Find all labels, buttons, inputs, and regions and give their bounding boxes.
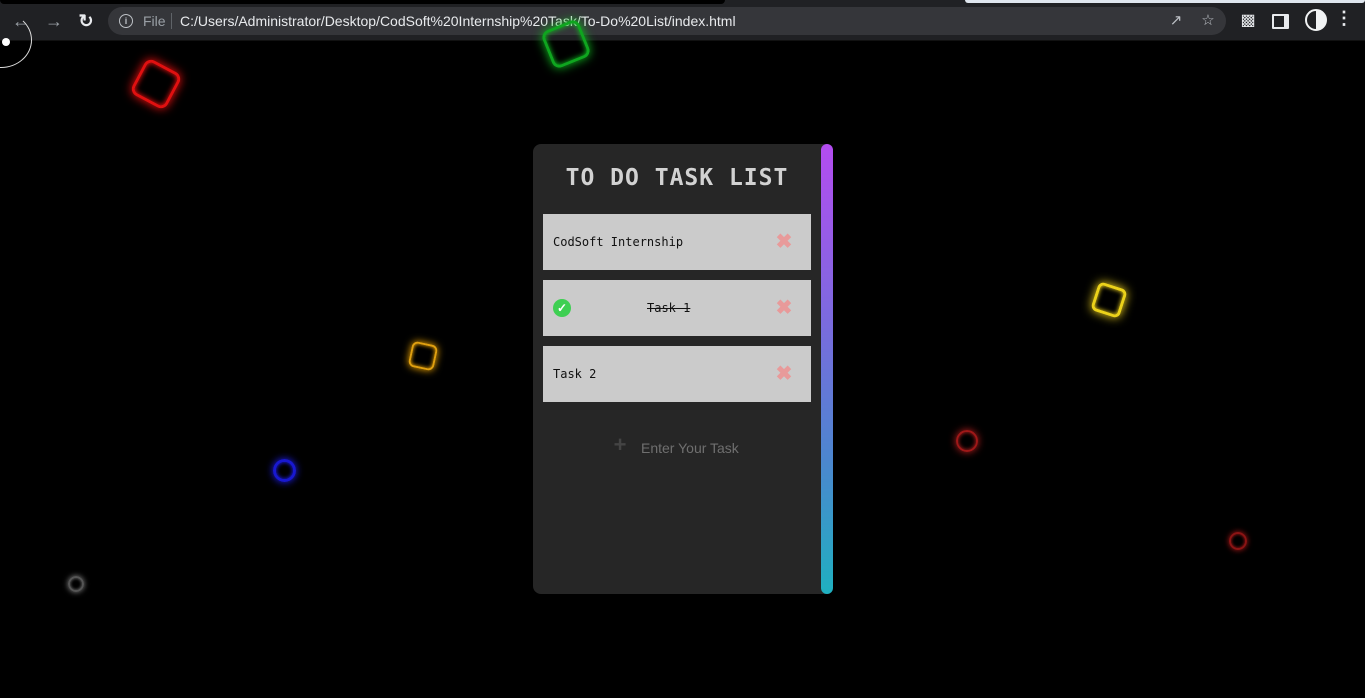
reload-icon[interactable]: ↻	[75, 10, 97, 32]
red-glow-square	[128, 56, 184, 112]
darkred-glow-circle	[956, 430, 978, 452]
info-icon[interactable]: i	[119, 14, 133, 28]
plus-icon[interactable]: +	[610, 434, 630, 456]
share-icon[interactable]: ↗	[1167, 12, 1185, 30]
close-icon[interactable]: ✖	[775, 297, 793, 319]
inactive-tab[interactable]	[965, 0, 1365, 3]
kebab-menu-icon[interactable]: ⋮	[1335, 8, 1353, 29]
task-item-completed[interactable]: ✓ Task 1 ✖	[543, 280, 811, 336]
task-item[interactable]: CodSoft Internship ✖	[543, 214, 811, 270]
task-item[interactable]: Task 2 ✖	[543, 346, 811, 402]
forward-arrow-icon[interactable]: →	[43, 10, 65, 32]
address-bar[interactable]: i File C:/Users/Administrator/Desktop/Co…	[108, 7, 1226, 35]
small-red-glow-circle	[1229, 532, 1247, 550]
file-label: File	[143, 13, 166, 29]
scrollbar[interactable]	[821, 144, 833, 594]
task-input[interactable]	[641, 437, 791, 459]
extensions-puzzle-icon[interactable]: ▩	[1237, 10, 1259, 32]
todo-card: TO DO TASK LIST CodSoft Internship ✖ ✓ T…	[533, 144, 833, 594]
cursor-dot	[2, 38, 10, 46]
browser-toolbar: ← → ↻ i File C:/Users/Administrator/Desk…	[0, 0, 1365, 41]
task-text[interactable]: Task 2	[553, 367, 596, 381]
active-tab[interactable]	[0, 0, 725, 4]
check-circle-icon[interactable]: ✓	[553, 299, 571, 317]
orange-glow-square	[407, 340, 439, 372]
star-icon[interactable]: ☆	[1199, 12, 1217, 30]
side-panel-icon[interactable]	[1272, 14, 1289, 29]
close-icon[interactable]: ✖	[775, 363, 793, 385]
close-icon[interactable]: ✖	[775, 231, 793, 253]
url-text[interactable]: C:/Users/Administrator/Desktop/CodSoft%2…	[180, 13, 736, 29]
gray-glow-circle	[68, 576, 84, 592]
task-text[interactable]: Task 1	[647, 301, 690, 315]
profile-avatar-icon[interactable]	[1305, 9, 1327, 31]
task-text[interactable]: CodSoft Internship	[553, 235, 683, 249]
page-title: TO DO TASK LIST	[565, 165, 789, 191]
blue-glow-circle	[273, 459, 296, 482]
yellow-glow-square	[1090, 281, 1128, 319]
address-separator	[171, 13, 172, 29]
